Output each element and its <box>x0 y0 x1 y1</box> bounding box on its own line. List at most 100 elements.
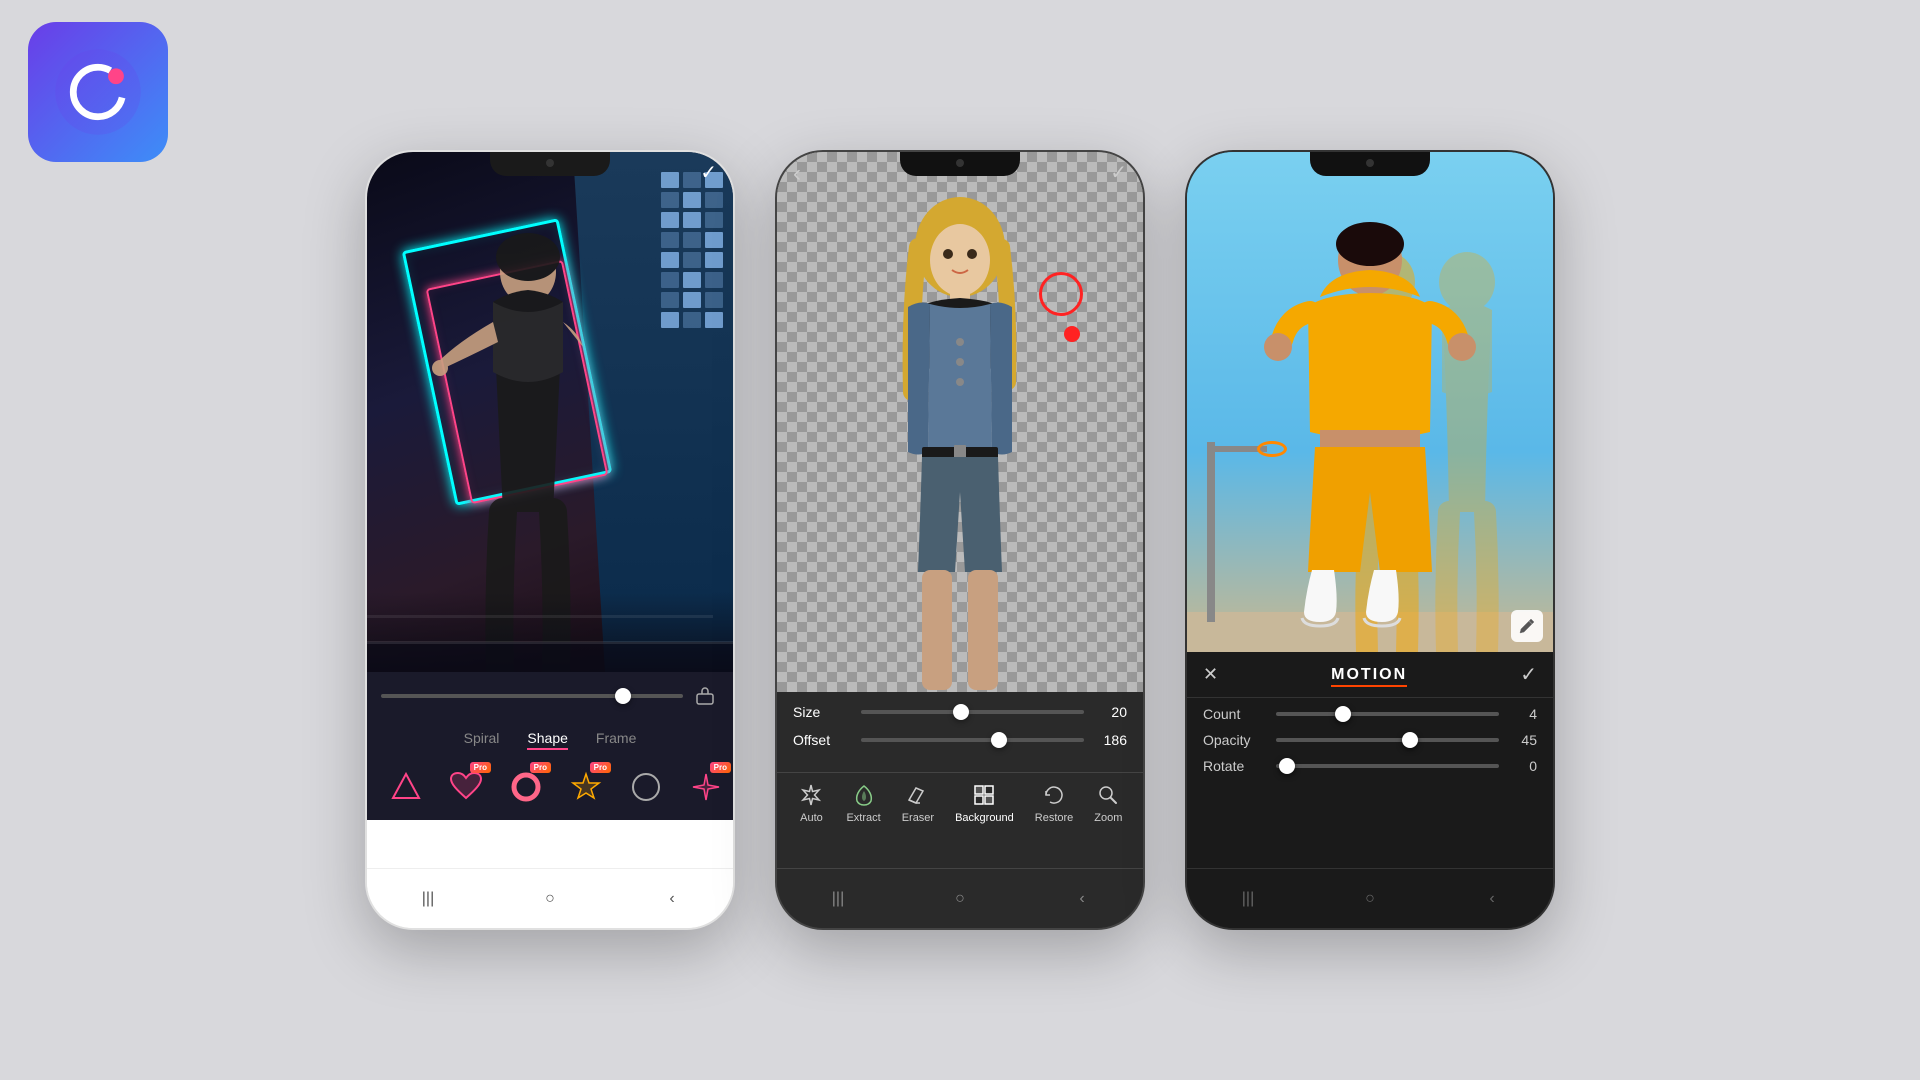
eraser-tool-icon <box>904 781 932 809</box>
phone1-slider-thumb[interactable] <box>615 688 631 704</box>
phone3-check-btn[interactable]: ✓ <box>1520 662 1537 687</box>
rotate-control-row: Rotate 0 <box>1203 758 1537 774</box>
shape-circle-outline[interactable] <box>621 762 671 812</box>
tool-restore[interactable]: Restore <box>1035 781 1074 824</box>
phone3-home-btn[interactable]: ○ <box>1355 884 1385 914</box>
count-slider[interactable] <box>1276 712 1499 716</box>
tab-frame[interactable]: Frame <box>596 728 636 750</box>
size-control-row: Size 20 <box>793 704 1127 720</box>
tool-auto[interactable]: Auto <box>797 781 825 824</box>
basketball-pole <box>1207 442 1215 622</box>
phone1-bottom-nav: ||| ○ ‹ <box>367 868 733 928</box>
count-label: Count <box>1203 706 1268 722</box>
restore-label: Restore <box>1035 812 1074 824</box>
phone1-menu-btn[interactable]: ||| <box>413 884 443 914</box>
tool-background[interactable]: Background <box>955 781 1014 824</box>
phone3-motion-header: ✕ MOTION ✓ <box>1187 652 1553 698</box>
rotate-slider[interactable] <box>1276 764 1499 768</box>
person2-svg <box>840 192 1080 692</box>
rotate-value: 0 <box>1507 758 1537 774</box>
size-slider-thumb[interactable] <box>953 704 969 720</box>
phone1-check[interactable]: ✓ <box>700 160 717 185</box>
phone3-controls: Count 4 Opacity 45 Rotate <box>1187 698 1553 792</box>
opacity-label: Opacity <box>1203 732 1268 748</box>
background-icon <box>970 781 998 809</box>
count-value: 4 <box>1507 706 1537 722</box>
offset-slider[interactable] <box>861 738 1084 742</box>
phone-1: ✓ <box>365 150 735 930</box>
offset-value: 186 <box>1092 732 1127 748</box>
phone1-content: ✓ <box>367 152 733 868</box>
phone2-back-btn[interactable]: ‹ <box>1067 884 1097 914</box>
size-slider[interactable] <box>861 710 1084 714</box>
motion-title: MOTION <box>1331 666 1407 684</box>
person3-main-svg <box>1220 192 1520 652</box>
brush-dot <box>1064 326 1080 342</box>
opacity-slider-thumb[interactable] <box>1402 732 1418 748</box>
phone1-image <box>367 152 733 672</box>
rotate-slider-thumb[interactable] <box>1279 758 1295 774</box>
shape-sparkle[interactable]: Pro <box>681 762 731 812</box>
phone2-image <box>777 152 1143 692</box>
phone3-back-btn[interactable]: ‹ <box>1477 884 1507 914</box>
phone2-menu-btn[interactable]: ||| <box>823 884 853 914</box>
zoom-label: Zoom <box>1094 812 1122 824</box>
shape-star[interactable]: Pro <box>561 762 611 812</box>
rotate-label: Rotate <box>1203 758 1268 774</box>
count-slider-thumb[interactable] <box>1335 706 1351 722</box>
eraser-icon[interactable] <box>691 682 719 710</box>
phone2-check[interactable]: ✓ <box>1110 160 1127 185</box>
app-icon[interactable] <box>28 22 168 162</box>
offset-control-row: Offset 186 <box>793 732 1127 748</box>
shape-triangle[interactable] <box>381 762 431 812</box>
count-control-row: Count 4 <box>1203 706 1537 722</box>
phone1-slider-row <box>381 682 719 710</box>
offset-label: Offset <box>793 732 853 748</box>
building-windows <box>661 172 723 328</box>
tool-eraser[interactable]: Eraser <box>902 781 934 824</box>
phone2-content: ‹ ✓ <box>777 152 1143 868</box>
phone1-tabs: Spiral Shape Frame <box>367 724 733 754</box>
phone1-slider[interactable] <box>381 694 683 698</box>
extract-icon <box>850 781 878 809</box>
zoom-icon <box>1094 781 1122 809</box>
phone1-home-btn[interactable]: ○ <box>535 884 565 914</box>
restore-icon <box>1040 781 1068 809</box>
tab-spiral[interactable]: Spiral <box>464 728 500 750</box>
background-label: Background <box>955 812 1014 824</box>
pro-badge-ring: Pro <box>530 762 551 773</box>
size-value: 20 <box>1092 704 1127 720</box>
phone3-notch-dot <box>1366 159 1374 167</box>
tool-zoom[interactable]: Zoom <box>1094 781 1122 824</box>
phone3-notch <box>1310 152 1430 176</box>
shape-heart[interactable]: Pro <box>441 762 491 812</box>
tab-shape[interactable]: Shape <box>527 728 567 750</box>
phone-2: ‹ ✓ <box>775 150 1145 930</box>
phone2-notch-dot <box>956 159 964 167</box>
phone2-controls: Size 20 Offset 186 <box>777 692 1143 772</box>
phone3-image <box>1187 152 1553 652</box>
main-scene: ✓ <box>0 0 1920 1080</box>
phone1-shapes-row: Pro Pro Pro <box>367 754 733 820</box>
phone2-toolbar: Auto Extract <box>777 772 1143 832</box>
phone2-back[interactable]: ‹ <box>793 160 801 188</box>
eraser-tool-btn[interactable] <box>1511 610 1543 642</box>
phone1-notch-dot <box>546 159 554 167</box>
phone2-home-btn[interactable]: ○ <box>945 884 975 914</box>
pro-badge-star: Pro <box>590 762 611 773</box>
opacity-value: 45 <box>1507 732 1537 748</box>
phone-3: ✕ MOTION ✓ Count 4 Opacity <box>1185 150 1555 930</box>
phone3-bottom-nav: ||| ○ ‹ <box>1187 868 1553 928</box>
pro-badge-sparkle: Pro <box>710 762 731 773</box>
opacity-slider[interactable] <box>1276 738 1499 742</box>
auto-label: Auto <box>800 812 823 824</box>
phone3-menu-btn[interactable]: ||| <box>1233 884 1263 914</box>
shape-circle-ring[interactable]: Pro <box>501 762 551 812</box>
offset-slider-thumb[interactable] <box>991 732 1007 748</box>
pro-badge-heart: Pro <box>470 762 491 773</box>
tool-extract[interactable]: Extract <box>846 781 880 824</box>
phone3-x-btn[interactable]: ✕ <box>1203 664 1218 685</box>
phone2-bottom-nav: ||| ○ ‹ <box>777 868 1143 928</box>
phone1-back-btn[interactable]: ‹ <box>657 884 687 914</box>
phone1-notch <box>490 152 610 176</box>
